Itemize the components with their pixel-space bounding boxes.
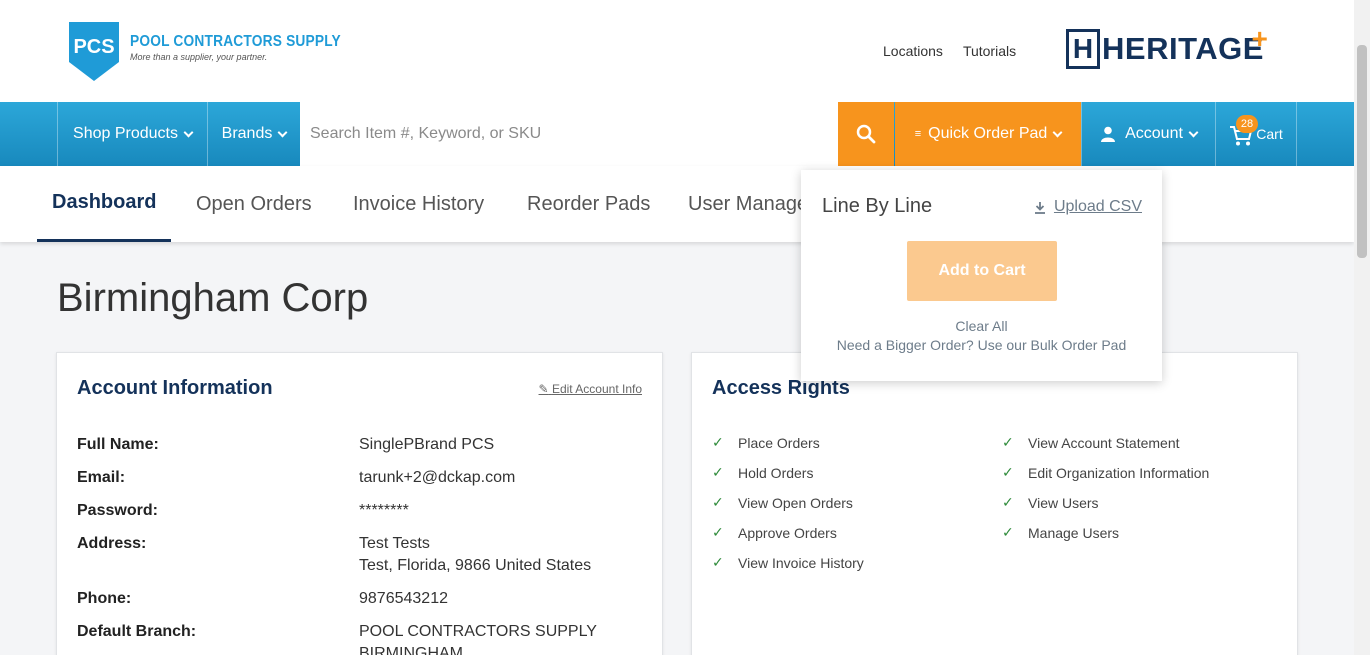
default-branch-line1: POOL CONTRACTORS SUPPLY [359,623,597,640]
chevron-down-icon [1188,127,1199,137]
page-scrollbar[interactable] [1354,0,1370,655]
tab-reorder-pads[interactable]: Reorder Pads [527,166,650,242]
search-container [300,102,838,166]
pcs-logo[interactable]: PCS POOL CONTRACTORS SUPPLY More than a … [66,20,375,83]
heritage-word: HERITAGE [1102,31,1264,66]
access-item: ✓ View Invoice History [712,554,864,571]
quick-order-pad-menu[interactable]: ≡ Quick Order Pad [895,102,1081,166]
address-label: Address: [77,535,147,552]
tab-open-orders[interactable]: Open Orders [196,166,312,242]
default-branch-label: Default Branch: [77,623,197,640]
heritage-h-icon: H [1066,29,1100,69]
bulk-order-pad-link[interactable]: Need a Bigger Order? Use our Bulk Order … [801,337,1162,353]
search-button[interactable] [838,102,894,166]
chevron-down-icon [183,127,194,137]
checkmark-icon: ✓ [712,524,724,540]
checkmark-icon: ✓ [712,434,724,450]
brands-label: Brands [221,125,273,142]
shop-products-label: Shop Products [73,125,178,142]
checkmark-icon: ✓ [712,554,724,570]
top-header: PCS POOL CONTRACTORS SUPPLY More than a … [0,0,1354,102]
account-info-title: Account Information [77,377,273,399]
email-value: tarunk+2@dckap.com [359,469,516,486]
account-label: Account [1125,125,1183,142]
page-title: Birmingham Corp [57,276,369,320]
access-item: ✓ Hold Orders [712,464,814,481]
checkmark-icon: ✓ [712,494,724,510]
access-item: ✓ View Users [1002,494,1099,511]
address-line2: Test, Florida, 9866 United States [359,557,592,574]
checkmark-icon: ✓ [1002,494,1014,510]
quick-order-pad-label: Quick Order Pad [928,125,1048,142]
account-info-card: Account Information ✎ Edit Account Info … [56,352,663,655]
access-item: ✓ View Open Orders [712,494,853,511]
password-value: ******** [359,502,409,519]
pcs-shield-icon: PCS [66,20,122,83]
chevron-down-icon [277,127,288,137]
checkmark-icon: ✓ [1002,434,1014,450]
clear-all-link[interactable]: Clear All [801,318,1162,334]
quick-order-pad-dropdown: Line By Line Upload CSV Add to Cart Clea… [801,170,1162,381]
logo-title: POOL CONTRACTORS SUPPLY [130,33,341,50]
cart-count-badge: 28 [1236,115,1258,133]
access-item: ✓ Manage Users [1002,524,1120,541]
phone-value: 9876543212 [359,590,448,607]
phone-label: Phone: [77,590,132,607]
scrollbar-thumb[interactable] [1357,45,1367,258]
access-item: ✓ View Account Statement [1002,434,1180,451]
default-branch-line2: BIRMINGHAM [359,645,463,655]
list-icon: ≡ [914,128,922,140]
cart-button[interactable]: Cart [1215,102,1297,166]
address-line1: Test Tests [359,535,430,552]
locations-link[interactable]: Locations [883,43,943,59]
brands-menu[interactable]: Brands [207,102,300,166]
tab-dashboard[interactable]: Dashboard [37,166,172,242]
password-label: Password: [77,502,158,519]
checkmark-icon: ✓ [712,464,724,480]
upload-csv-label: Upload CSV [1053,198,1142,215]
logo-tagline: More than a supplier, your partner. [130,52,268,62]
account-menu[interactable]: Account [1081,102,1215,166]
tab-user-management[interactable]: User Manage [688,166,808,242]
checkmark-icon: ✓ [1002,524,1014,540]
pencil-icon: ✎ [538,382,549,396]
plus-icon: + [1251,23,1268,54]
full-name-value: SinglePBrand PCS [359,436,495,453]
svg-text:PCS: PCS [73,36,114,58]
access-item: ✓ Edit Organization Information [1002,464,1210,481]
tutorials-link[interactable]: Tutorials [963,43,1016,59]
full-name-label: Full Name: [77,436,159,453]
tab-invoice-history[interactable]: Invoice History [353,166,484,242]
checkmark-icon: ✓ [1002,464,1014,480]
email-label: Email: [77,469,126,486]
shop-products-menu[interactable]: Shop Products [57,102,207,166]
heritage-logo[interactable]: H HERITAGE + [1066,25,1268,69]
search-icon [856,124,876,144]
download-icon [1034,201,1045,214]
edit-account-info-link[interactable]: ✎ Edit Account Info [539,382,642,396]
access-rights-card: Access Rights ✓ Place Orders ✓ Hold Orders… [691,352,1298,655]
add-to-cart-button[interactable]: Add to Cart [907,241,1057,301]
upload-csv-link[interactable]: Upload CSV [1034,198,1142,216]
main-nav: Shop Products Brands ≡ Quick Order Pad A… [0,102,1354,166]
chevron-down-icon [1052,127,1063,137]
access-item: ✓ Place Orders [712,434,820,451]
user-icon [1101,126,1116,142]
edit-account-info-label: Edit Account Info [551,382,642,396]
cart-label: Cart [1256,126,1283,142]
line-by-line-title: Line By Line [822,195,933,217]
access-item: ✓ Approve Orders [712,524,837,541]
search-input[interactable] [310,125,830,143]
